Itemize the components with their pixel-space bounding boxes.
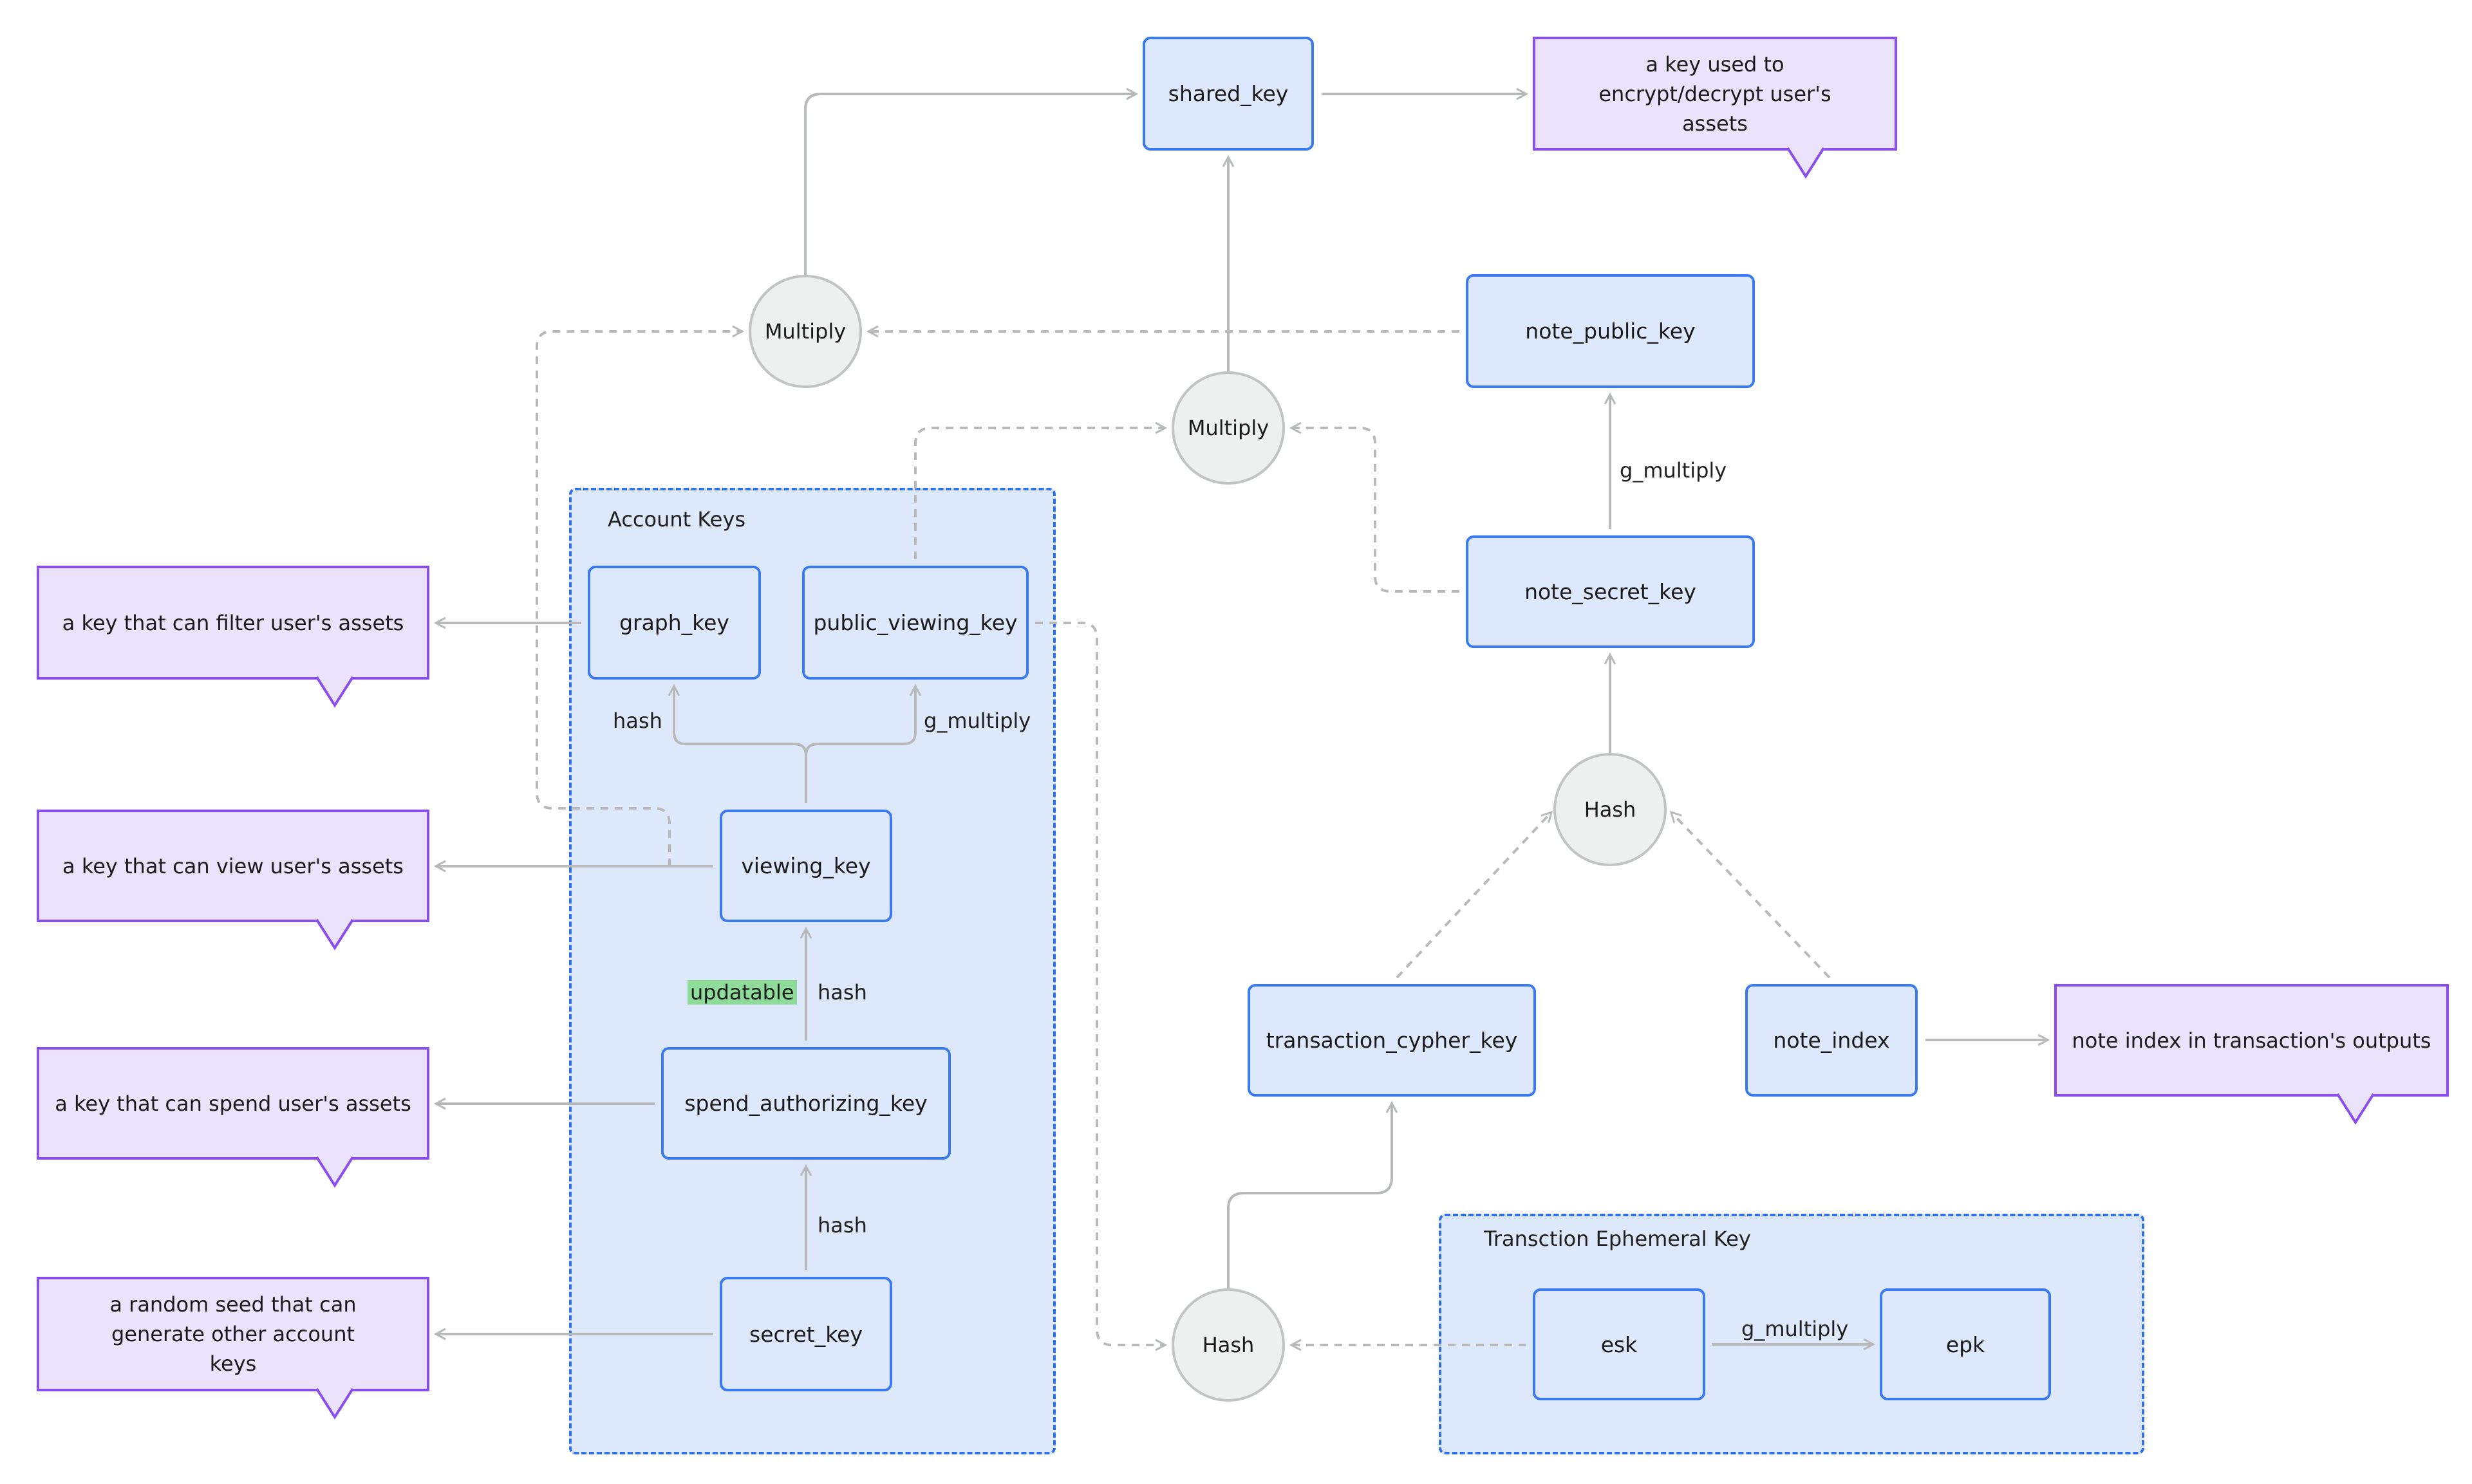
esk-node[interactable]: esk <box>1533 1288 1705 1400</box>
graph-key-node[interactable]: graph_key <box>588 566 761 680</box>
edge-viewing-to-public-viewing <box>805 686 915 756</box>
edge-label-hash-viewing: hash <box>818 980 867 1005</box>
graph-key-annotation: a key that can filter user's assets <box>37 566 429 708</box>
shared-key-node[interactable]: shared_key <box>1143 37 1314 151</box>
edge-hash-tx-to-cypher-key <box>1227 1103 1392 1288</box>
secret-key-annotation: a random seed that can generate other ac… <box>37 1277 429 1420</box>
edge-note-index-to-hash-note <box>1671 812 1831 979</box>
public-viewing-key-node[interactable]: public_viewing_key <box>802 566 1029 680</box>
edge-multiply-top-to-shared-key <box>804 94 1136 275</box>
viewing-key-annotation: a key that can view user's assets <box>37 810 429 951</box>
secret-key-node[interactable]: secret_key <box>720 1277 892 1391</box>
edge-label-g-multiply-note: g_multiply <box>1620 458 1727 483</box>
hash-note-operation[interactable]: Hash <box>1553 753 1667 866</box>
hash-tx-operation[interactable]: Hash <box>1172 1288 1285 1402</box>
edge-label-hash-graph: hash <box>613 709 662 733</box>
viewing-key-node[interactable]: viewing_key <box>720 810 892 922</box>
edge-public-viewing-to-hash-tx <box>1035 622 1165 1345</box>
edge-note-secret-to-multiply-mid <box>1291 428 1459 593</box>
note-public-key-node[interactable]: note_public_key <box>1466 274 1755 388</box>
edge-public-viewing-to-multiply-mid <box>914 428 1165 559</box>
spend-key-annotation: a key that can spend user's assets <box>37 1047 429 1188</box>
note-index-annotation: note index in transaction's outputs <box>2054 984 2449 1125</box>
edge-label-hash-spend: hash <box>818 1213 867 1238</box>
epk-node[interactable]: epk <box>1880 1288 2051 1400</box>
secret-key-annotation-text: a random seed that can generate other ac… <box>37 1277 429 1391</box>
note-index-annotation-text: note index in transaction's outputs <box>2054 984 2449 1097</box>
multiply-mid-operation[interactable]: Multiply <box>1172 371 1285 485</box>
edge-label-g-multiply-public-viewing: g_multiply <box>924 709 1031 733</box>
callout-tail-icon <box>315 1387 354 1420</box>
callout-tail-icon <box>315 918 354 951</box>
edge-viewing-to-graph <box>674 686 807 803</box>
note-secret-key-node[interactable]: note_secret_key <box>1466 535 1755 648</box>
edge-cypher-key-to-hash-note <box>1396 812 1551 979</box>
transaction-cypher-key-node[interactable]: transaction_cypher_key <box>1248 984 1536 1097</box>
multiply-top-operation[interactable]: Multiply <box>749 275 862 388</box>
callout-tail-icon <box>1786 146 1825 179</box>
spend-key-annotation-text: a key that can spend user's assets <box>37 1047 429 1160</box>
callout-tail-icon <box>2336 1092 2375 1125</box>
edges-layer <box>0 0 2472 1484</box>
spend-authorizing-key-node[interactable]: spend_authorizing_key <box>661 1047 951 1160</box>
note-index-node[interactable]: note_index <box>1745 984 1918 1097</box>
edge-label-g-multiply-esk: g_multiply <box>1741 1317 1849 1341</box>
updatable-badge: updatable <box>688 980 797 1005</box>
graph-key-annotation-text: a key that can filter user's assets <box>37 566 429 680</box>
viewing-key-annotation-text: a key that can view user's assets <box>37 810 429 922</box>
shared-key-annotation: a key used to encrypt/decrypt user's ass… <box>1533 37 1897 179</box>
callout-tail-icon <box>315 1155 354 1188</box>
callout-tail-icon <box>315 675 354 708</box>
shared-key-annotation-text: a key used to encrypt/decrypt user's ass… <box>1533 37 1897 151</box>
